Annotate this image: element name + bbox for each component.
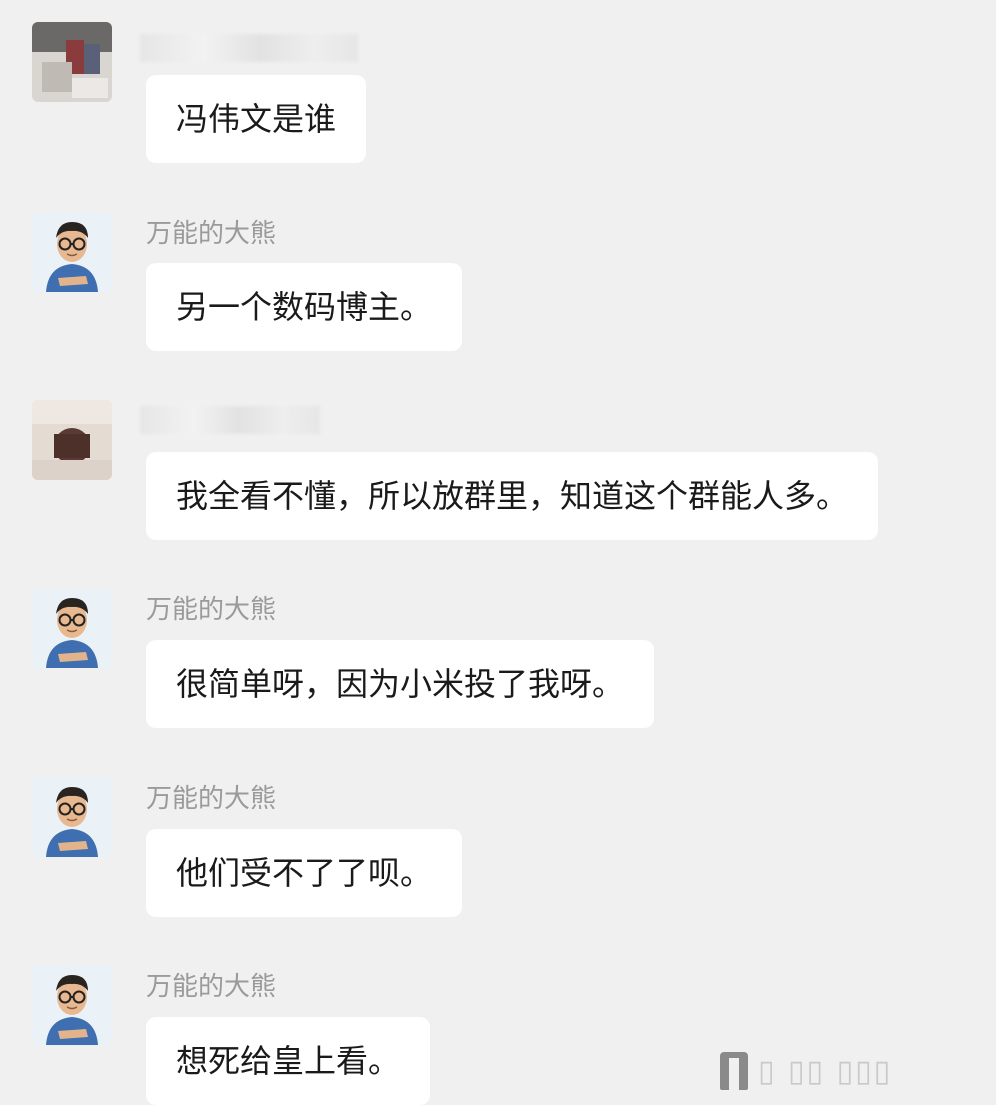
message-bubble[interactable]: 很简单呀，因为小米投了我呀。 bbox=[146, 640, 655, 728]
sender-name: 万能的大熊 bbox=[146, 784, 277, 814]
message-bubble[interactable]: 想死给皇上看。 bbox=[146, 1017, 431, 1105]
sender-name: 万能的大熊 bbox=[146, 972, 277, 1002]
platform-logo-icon bbox=[720, 1052, 748, 1090]
watermark-text-illegible: ▯ ▯▯ ▯▯▯ bbox=[758, 1053, 893, 1089]
cartoon-man-glasses-avatar[interactable] bbox=[32, 588, 112, 668]
cartoon-man-glasses-avatar[interactable] bbox=[32, 965, 112, 1045]
blurred-photo-avatar[interactable] bbox=[32, 22, 112, 102]
sender-name-redacted bbox=[140, 34, 358, 62]
sender-name: 万能的大熊 bbox=[146, 219, 277, 249]
message-bubble[interactable]: 我全看不懂，所以放群里，知道这个群能人多。 bbox=[146, 452, 879, 540]
message-bubble[interactable]: 他们受不了了呗。 bbox=[146, 829, 463, 917]
sender-name: 万能的大熊 bbox=[146, 595, 277, 625]
message-bubble[interactable]: 另一个数码博主。 bbox=[146, 263, 463, 351]
cartoon-man-glasses-avatar[interactable] bbox=[32, 777, 112, 857]
message-bubble[interactable]: 冯伟文是谁 bbox=[146, 75, 367, 163]
sender-name-redacted bbox=[140, 406, 320, 434]
watermark: ▯ ▯▯ ▯▯▯ bbox=[720, 1046, 990, 1096]
blurred-photo-avatar[interactable] bbox=[32, 400, 112, 480]
cartoon-man-glasses-avatar[interactable] bbox=[32, 212, 112, 292]
